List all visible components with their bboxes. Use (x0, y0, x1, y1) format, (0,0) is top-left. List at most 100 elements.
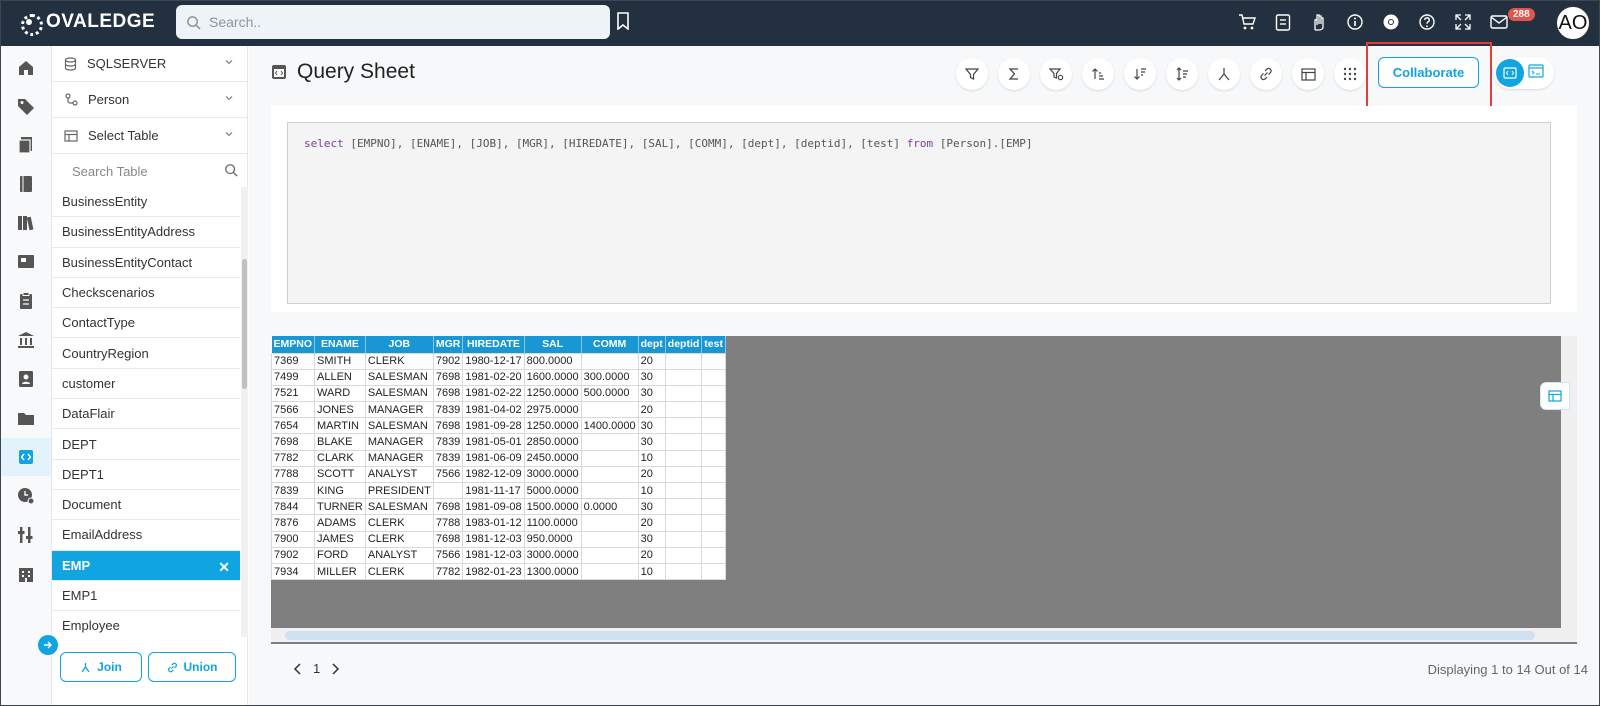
table-list-item[interactable]: CountryRegion (52, 338, 240, 369)
table-cell[interactable]: 3000.0000 (523, 546, 582, 564)
table-cell[interactable]: 1981-11-17 (462, 481, 525, 500)
chevron-right-icon[interactable] (330, 662, 340, 675)
table-cell[interactable]: 1981-05-01 (462, 433, 525, 451)
connection-select[interactable]: SQLSERVER (52, 46, 248, 82)
table-cell[interactable]: 7902 (432, 352, 464, 370)
info-icon[interactable] (1344, 11, 1366, 33)
column-header[interactable]: SAL (524, 336, 582, 353)
table-cell[interactable]: 1250.0000 (523, 384, 582, 403)
table-cell[interactable]: 1100.0000 (523, 514, 582, 532)
table-row[interactable]: 7788 SCOTT ANALYST 7566 1982-12-09 3000.0000 2… (270, 465, 726, 484)
table-cell[interactable]: 20 (637, 546, 666, 564)
table-cell[interactable] (580, 449, 639, 467)
table-row[interactable]: 7698 BLAKE MANAGER 7839 1981-05-01 2850.0000 3… (270, 433, 726, 451)
bookmark-icon[interactable] (616, 12, 630, 30)
clock-settings-icon[interactable] (16, 486, 36, 506)
table-cell[interactable]: 7782 (270, 449, 316, 467)
table-cell[interactable]: 7499 (270, 368, 316, 386)
hand-icon[interactable] (1308, 11, 1330, 33)
table-cell[interactable] (664, 498, 703, 516)
table-cell[interactable] (701, 546, 726, 564)
table-cell[interactable]: ALLEN (314, 368, 366, 386)
table-cell[interactable]: 7698 (432, 384, 464, 403)
table-list-item[interactable]: BusinessEntity (52, 187, 240, 218)
table-search[interactable] (62, 154, 242, 188)
query-sheet-nav-icon[interactable] (16, 447, 36, 467)
editor-view-button[interactable] (1496, 59, 1524, 87)
table-cell[interactable]: MANAGER (364, 449, 434, 467)
table-list-item[interactable]: DataFlair (52, 399, 240, 430)
table-cell[interactable]: 7698 (432, 530, 464, 548)
table-cell[interactable] (701, 417, 726, 435)
table-cell[interactable]: 7839 (432, 401, 464, 419)
sort-descending-button[interactable] (1124, 58, 1156, 90)
table-row[interactable]: 7900 JAMES CLERK 7698 1981-12-03 950.0000 30 (270, 530, 726, 548)
table-cell[interactable]: WARD (314, 384, 366, 403)
results-vertical-scrollbar[interactable] (1561, 336, 1577, 628)
tools-icon[interactable] (16, 525, 36, 545)
sort-toggle-button[interactable] (1166, 58, 1198, 90)
table-cell[interactable]: 30 (637, 417, 666, 435)
table-cell[interactable] (664, 433, 703, 451)
tag-icon[interactable] (16, 96, 36, 116)
table-cell[interactable]: 1980-12-17 (462, 352, 525, 370)
table-cell[interactable]: MANAGER (364, 401, 434, 419)
table-cell[interactable]: 30 (637, 384, 666, 403)
close-icon[interactable]: ✕ (218, 559, 230, 576)
table-row[interactable]: 7876 ADAMS CLERK 7788 1983-01-12 1100.0000 20 (270, 514, 726, 532)
table-cell[interactable]: 2450.0000 (523, 449, 582, 467)
table-cell[interactable]: 7788 (270, 465, 316, 484)
columns-button[interactable] (1292, 58, 1324, 90)
expand-icon[interactable] (1452, 11, 1474, 33)
table-list-item[interactable]: EMP ✕ (52, 550, 240, 581)
table-cell[interactable]: 1981-12-03 (462, 546, 525, 564)
filter-button[interactable] (956, 58, 988, 90)
table-cell[interactable]: 7566 (432, 546, 464, 564)
table-cell[interactable] (701, 449, 726, 467)
table-cell[interactable] (580, 465, 639, 484)
table-cell[interactable] (664, 530, 703, 548)
column-header[interactable]: deptid (665, 336, 703, 353)
table-cell[interactable]: CLERK (364, 514, 434, 532)
table-cell[interactable]: 7839 (270, 481, 316, 500)
book-icon[interactable] (16, 174, 36, 194)
table-list-item[interactable]: Employee (52, 611, 240, 637)
column-header[interactable]: dept (638, 336, 666, 353)
avatar[interactable]: AO (1556, 6, 1590, 40)
results-horizontal-scrollbar[interactable] (271, 628, 1577, 642)
table-cell[interactable] (580, 546, 639, 564)
search-icon[interactable] (224, 163, 238, 177)
table-cell[interactable] (664, 481, 703, 500)
collapse-sidebar-button[interactable] (38, 635, 58, 655)
union-tool-button[interactable] (1250, 58, 1282, 90)
cart-icon[interactable] (1236, 11, 1258, 33)
checklist-icon[interactable] (1272, 11, 1294, 33)
table-cell[interactable]: CLERK (364, 352, 434, 370)
global-search[interactable] (176, 5, 610, 39)
table-cell[interactable]: CLARK (314, 449, 366, 467)
table-cell[interactable] (580, 562, 639, 581)
table-row[interactable]: 7566 JONES MANAGER 7839 1981-04-02 2975.0000 2… (270, 401, 726, 419)
table-cell[interactable]: 1981-06-09 (462, 449, 525, 467)
column-header[interactable]: JOB (365, 336, 434, 353)
table-row[interactable]: 7521 WARD SALESMAN 7698 1981-02-22 1250.0000 5… (270, 384, 726, 403)
table-cell[interactable]: 1983-01-12 (462, 514, 525, 532)
table-cell[interactable]: 300.0000 (580, 368, 639, 386)
clipboard-icon[interactable] (16, 291, 36, 311)
table-row[interactable]: 7934 MILLER CLERK 7782 1982-01-23 1300.0000 10 (270, 562, 726, 581)
table-cell[interactable] (701, 481, 726, 500)
table-cell[interactable]: 20 (637, 465, 666, 484)
table-cell[interactable]: 7698 (432, 368, 464, 386)
table-cell[interactable]: 1982-01-23 (462, 562, 525, 581)
table-cell[interactable]: 1300.0000 (523, 562, 582, 581)
table-cell[interactable]: MARTIN (314, 417, 366, 435)
table-row[interactable]: 7844 TURNER SALESMAN 7698 1981-09-08 1500.000… (270, 498, 726, 516)
aggregate-button[interactable] (998, 58, 1030, 90)
more-options-button[interactable] (1334, 58, 1366, 90)
table-cell[interactable]: 7698 (432, 417, 464, 435)
table-cell[interactable]: PRESIDENT (364, 481, 434, 500)
table-cell[interactable]: 2975.0000 (523, 401, 582, 419)
table-cell[interactable]: 7902 (270, 546, 316, 564)
table-cell[interactable]: SALESMAN (364, 384, 434, 403)
mail-icon[interactable] (1488, 11, 1510, 33)
